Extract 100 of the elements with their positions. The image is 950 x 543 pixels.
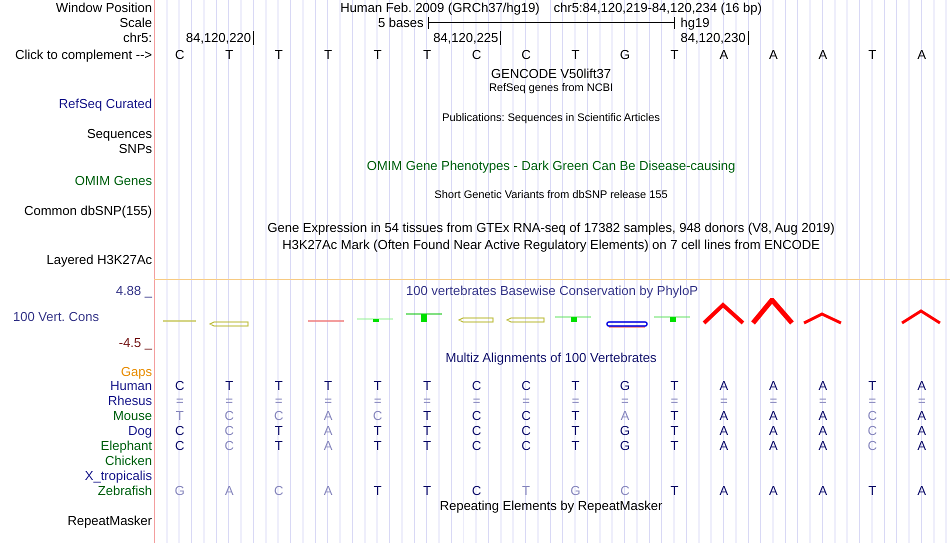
base-letter: T [670, 423, 678, 438]
base-letter: A [818, 483, 828, 498]
base-letter: T [374, 423, 382, 438]
axis-max-label: 4.88 _ [114, 283, 152, 298]
base-letter: = [522, 393, 530, 408]
base-letter: T [572, 378, 580, 393]
axis-min-label: -4.5 _ [118, 335, 152, 350]
base-letter: A [620, 408, 630, 423]
base-letter: = [918, 393, 926, 408]
base-letter: = [670, 393, 678, 408]
complement-link[interactable]: Click to complement --> [15, 47, 152, 62]
base-letter[interactable]: T [374, 46, 382, 64]
base-letter: T [274, 438, 283, 453]
base-letter: = [819, 393, 827, 408]
track-title: Multiz Alignments of 100 Vertebrates [445, 350, 656, 364]
base-letter: A [720, 423, 728, 438]
base-letter: A [818, 423, 828, 438]
base-letter[interactable]: T [324, 46, 332, 64]
ruler-tick: 84,120,230 [680, 31, 749, 45]
track-label[interactable]: RepeatMasker [67, 513, 152, 528]
scale-text: 5 bases [376, 15, 424, 30]
base-letter: = [720, 393, 728, 408]
base-letter: A [769, 378, 778, 393]
base-letter: = [472, 393, 480, 408]
base-letter: A [720, 483, 728, 498]
base-letter: T [572, 438, 580, 453]
base-letter: A [720, 378, 728, 393]
base-letter[interactable]: T [572, 46, 580, 64]
track-description: Publications: Sequences in Scientific Articles [442, 111, 660, 126]
track-label[interactable]: SNPs [118, 141, 152, 156]
base-letter: T [423, 378, 432, 393]
species-label[interactable]: Chicken [105, 453, 152, 468]
species-label[interactable]: Elephant [100, 438, 152, 453]
base-letter[interactable]: G [620, 46, 630, 64]
base-letter: C [521, 438, 531, 453]
base-letter: = [868, 393, 876, 408]
base-letter: C [868, 423, 877, 438]
base-letter: T [670, 378, 678, 393]
base-letter[interactable]: T [868, 46, 876, 64]
position-range: chr5:84,120,219-84,120,234 (16 bp) [554, 0, 762, 15]
track-label[interactable]: Common dbSNP(155) [24, 203, 152, 218]
base-letter: T [423, 483, 432, 498]
base-letter: = [324, 393, 332, 408]
species-label[interactable]: Dog [128, 423, 152, 438]
base-letter[interactable]: C [472, 46, 482, 64]
base-letter: T [374, 438, 382, 453]
base-letter: T [670, 408, 678, 423]
base-letter: = [770, 393, 778, 408]
row-label: Scale [119, 15, 152, 30]
track-label[interactable]: Layered H3K27Ac [46, 252, 152, 267]
track-title: Gene Expression in 54 tissues from GTEx RNA-seq of 17382 samples, 948 donors (V8, Aug 2019) [267, 220, 835, 235]
base-letter: G [620, 438, 630, 453]
base-letter: A [818, 438, 828, 453]
base-letter: A [769, 423, 778, 438]
base-letter: C [521, 423, 531, 438]
track-label[interactable]: OMIM Genes [74, 173, 152, 188]
row-label: chr5: [123, 30, 152, 45]
base-letter: = [374, 393, 382, 408]
species-label[interactable]: Mouse [112, 408, 152, 423]
base-letter: A [324, 438, 332, 453]
base-letter: C [472, 438, 482, 453]
base-letter: = [274, 393, 282, 408]
track-label[interactable]: Sequences [86, 126, 152, 141]
base-letter[interactable]: T [423, 46, 432, 64]
base-letter: A [769, 483, 778, 498]
species-label[interactable]: Zebrafish [98, 483, 152, 498]
base-letter[interactable]: A [720, 46, 728, 64]
base-letter: A [917, 378, 926, 393]
base-letter: C [521, 378, 531, 393]
species-label[interactable]: X_tropicalis [84, 468, 152, 483]
base-letter: C [620, 483, 630, 498]
base-letter: C [175, 438, 184, 453]
base-letter: A [818, 378, 828, 393]
base-letter[interactable]: A [818, 46, 828, 64]
assembly-label: hg19 [680, 15, 710, 30]
base-letter[interactable]: T [274, 46, 283, 64]
species-label[interactable]: Human [110, 378, 152, 393]
track-title: GENCODE V50lift37 [491, 66, 611, 81]
base-letter: A [917, 408, 926, 423]
base-letter[interactable]: A [917, 46, 926, 64]
ruler-tick: 84,120,220 [186, 31, 254, 45]
base-letter: G [620, 378, 630, 393]
base-letter[interactable]: T [670, 46, 678, 64]
track-label[interactable]: 100 Vert. Cons [13, 309, 99, 324]
base-letter: T [423, 438, 432, 453]
base-letter[interactable]: T [225, 46, 234, 64]
base-letter: T [225, 378, 234, 393]
ruler-tick: 84,120,225 [433, 31, 502, 45]
base-letter: A [769, 438, 778, 453]
base-letter: A [720, 438, 728, 453]
base-letter[interactable]: C [521, 46, 531, 64]
base-letter: C [472, 378, 482, 393]
base-letter: G [174, 483, 185, 498]
species-label[interactable]: Rhesus [108, 393, 152, 408]
base-letter: T [670, 483, 678, 498]
track-label[interactable]: RefSeq Curated [58, 96, 152, 111]
base-letter: C [274, 483, 284, 498]
base-letter[interactable]: A [769, 46, 778, 64]
base-letter[interactable]: C [175, 46, 184, 64]
base-letter: C [472, 483, 482, 498]
